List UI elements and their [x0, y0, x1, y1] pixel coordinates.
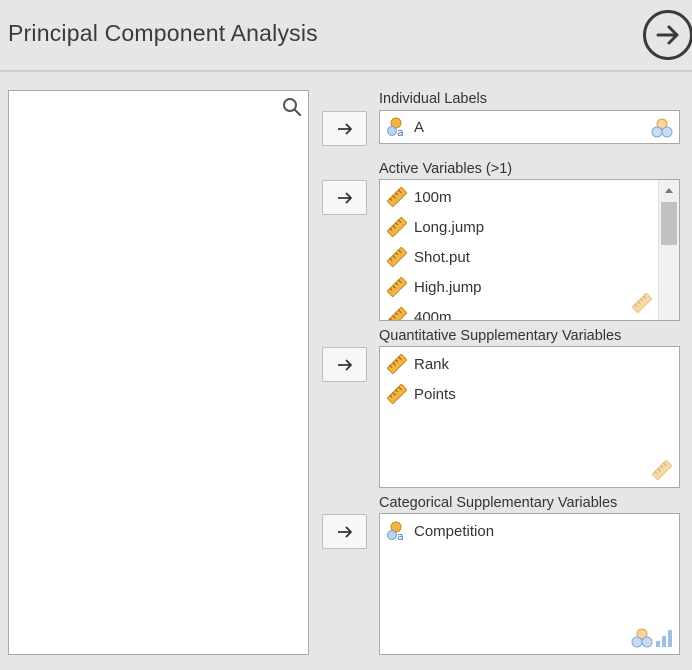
list-item[interactable]: 100m	[380, 182, 679, 212]
item-label: Rank	[414, 355, 450, 373]
active-variables-box[interactable]: 100m Long.jump Shot.put High.jump 400m	[379, 179, 680, 321]
ruler-icon	[632, 293, 652, 313]
individual-labels-box[interactable]: a A	[379, 110, 680, 144]
quantitative-supplementary-label: Quantitative Supplementary Variables	[379, 328, 622, 344]
item-label: Shot.put	[414, 248, 470, 266]
run-analysis-button[interactable]	[643, 10, 692, 60]
ruler-icon	[387, 354, 407, 374]
nominal-variable-icon: a	[387, 117, 404, 138]
list-item[interactable]: Shot.put	[380, 242, 679, 272]
nominal-id-icon	[651, 118, 673, 138]
ruler-icon	[387, 217, 407, 237]
arrow-right-icon	[337, 358, 352, 371]
active-variables-scrollbar[interactable]	[658, 180, 679, 320]
move-to-individual-labels-button[interactable]	[322, 111, 367, 146]
categorical-supplementary-label: Categorical Supplementary Variables	[379, 495, 618, 511]
arrow-right-icon	[656, 25, 679, 45]
individual-labels-label: Individual Labels	[379, 91, 488, 107]
svg-text:a: a	[397, 530, 404, 542]
move-to-quantitative-supplementary-button[interactable]	[322, 347, 367, 382]
ruler-icon	[387, 247, 407, 267]
arrow-right-icon	[337, 525, 352, 538]
item-label: High.jump	[414, 278, 482, 296]
list-item[interactable]: a Competition	[380, 516, 679, 546]
item-label: 400m	[414, 308, 452, 321]
move-to-categorical-supplementary-button[interactable]	[322, 514, 367, 549]
nominal-icon	[631, 628, 653, 648]
categorical-type-icons	[631, 628, 673, 648]
ruler-icon	[387, 307, 407, 320]
arrow-right-icon	[337, 122, 352, 135]
scrollbar-thumb[interactable]	[661, 202, 677, 245]
source-variable-list[interactable]	[8, 90, 309, 655]
nominal-variable-icon: a	[387, 521, 404, 542]
ruler-icon	[652, 460, 672, 480]
ruler-icon	[387, 384, 407, 404]
list-item[interactable]: Long.jump	[380, 212, 679, 242]
list-item[interactable]: Rank	[380, 349, 679, 379]
arrow-right-icon	[337, 191, 352, 204]
quantitative-supplementary-box[interactable]: Rank Points	[379, 346, 680, 488]
active-variables-label: Active Variables (>1)	[379, 161, 513, 177]
item-label: 100m	[414, 188, 452, 206]
item-label: Long.jump	[414, 218, 485, 236]
move-to-active-variables-button[interactable]	[322, 180, 367, 215]
item-label: Competition	[414, 522, 495, 540]
categorical-supplementary-box[interactable]: a Competition	[379, 513, 680, 655]
svg-text:a: a	[397, 126, 404, 138]
header-divider	[0, 70, 692, 72]
scroll-up-arrow-icon[interactable]	[659, 184, 679, 196]
list-item[interactable]: a A	[380, 111, 679, 143]
ruler-icon	[387, 277, 407, 297]
search-icon[interactable]	[282, 97, 302, 117]
page-title: Principal Component Analysis	[8, 20, 318, 46]
item-label: A	[414, 118, 425, 136]
list-item[interactable]: Points	[380, 379, 679, 409]
ruler-icon	[387, 187, 407, 207]
item-label: Points	[414, 385, 456, 403]
ordinal-icon	[656, 630, 672, 647]
